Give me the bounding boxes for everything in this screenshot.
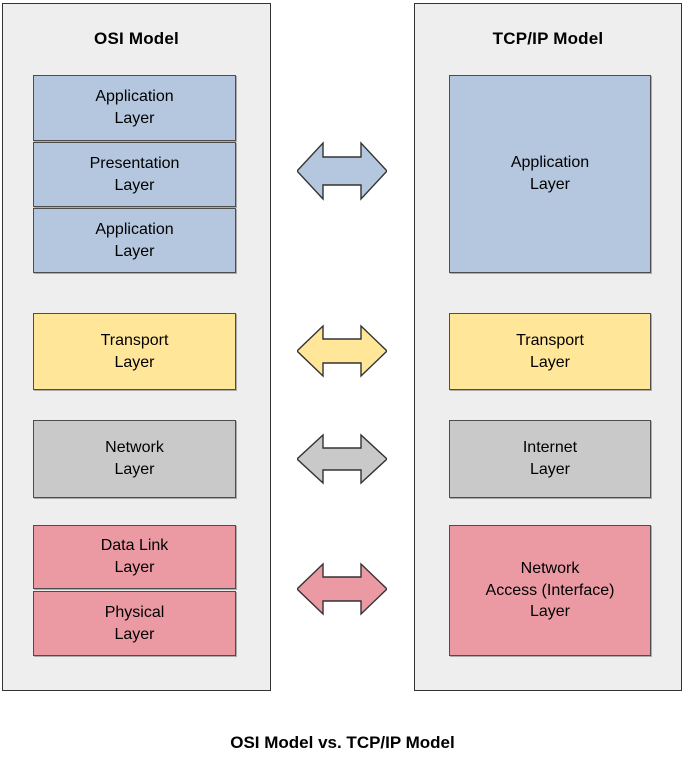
osi-layer-data-link[interactable]: Data Link Layer <box>33 525 236 589</box>
osi-layer-transport[interactable]: Transport Layer <box>33 313 236 390</box>
osi-layer-application-7[interactable]: Application Layer <box>33 75 236 141</box>
mapping-arrow-transport <box>297 322 387 380</box>
mapping-arrow-application <box>297 138 387 204</box>
osi-model-title: OSI Model <box>94 29 179 48</box>
tcpip-layer-internet[interactable]: Internet Layer <box>449 420 651 498</box>
osi-layer-application-5[interactable]: Application Layer <box>33 208 236 273</box>
diagram-caption: OSI Model vs. TCP/IP Model <box>230 733 455 752</box>
osi-layer-network[interactable]: Network Layer <box>33 420 236 498</box>
tcpip-layer-application[interactable]: Application Layer <box>449 75 651 273</box>
osi-layer-presentation[interactable]: Presentation Layer <box>33 142 236 207</box>
mapping-arrow-network-internet <box>297 431 387 487</box>
mapping-arrow-network-access <box>297 560 387 618</box>
osi-tcpip-comparison-diagram: OSI Model Application Layer Presentation… <box>0 0 685 768</box>
tcpip-layer-network-access[interactable]: Network Access (Interface) Layer <box>449 525 651 656</box>
osi-layer-physical[interactable]: Physical Layer <box>33 591 236 656</box>
tcpip-layer-transport[interactable]: Transport Layer <box>449 313 651 390</box>
tcpip-model-title: TCP/IP Model <box>492 29 604 48</box>
